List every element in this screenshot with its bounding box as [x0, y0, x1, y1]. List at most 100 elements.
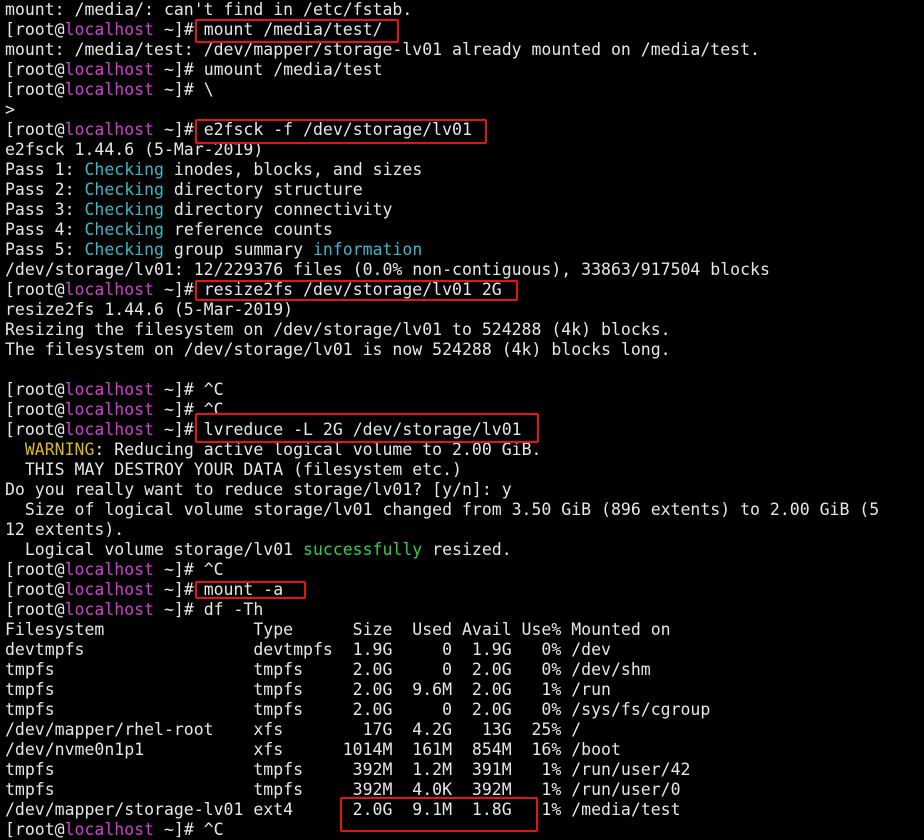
prompt-close: ~]# [154, 60, 204, 79]
terminal-text: /dev/nvme0n1p1 xfs 1014M 161M 854M 16% /… [5, 740, 621, 759]
terminal-text: Filesystem Type Size Used Avail Use% Mou… [5, 620, 671, 639]
prompt-close: ~]# [154, 420, 204, 439]
prompt-host: localhost [64, 120, 155, 139]
prompt-close: ~]# [154, 120, 204, 139]
terminal-line: [root@localhost ~]# mount /media/test/ [5, 20, 924, 40]
terminal-text: The filesystem on /dev/storage/lv01 is n… [5, 340, 671, 359]
highlighted-text: information [312, 240, 423, 259]
prompt-host: localhost [64, 20, 155, 39]
prompt-host: localhost [64, 400, 155, 419]
shell-prompt: [root@localhost ~]# [5, 80, 204, 99]
terminal-line: > [5, 100, 924, 120]
terminal-text: tmpfs tmpfs 392M 1.2M 391M 1% /run/user/… [5, 760, 691, 779]
shell-prompt: [root@localhost ~]# [5, 280, 204, 299]
prompt-host: localhost [64, 560, 155, 579]
terminal-text: e2fsck -f /dev/storage/lv01 [203, 120, 472, 139]
terminal-line: /dev/mapper/storage-lv01 ext4 2.0G 9.1M … [5, 800, 924, 820]
prompt-host: localhost [64, 600, 155, 619]
terminal-line: /dev/mapper/rhel-root xfs 17G 4.2G 13G 2… [5, 720, 924, 740]
terminal-line: Pass 2: Checking directory structure [5, 180, 924, 200]
terminal-line: 12 extents). [5, 520, 924, 540]
terminal-text: umount /media/test [203, 60, 383, 79]
prompt-close: ~]# [154, 80, 204, 99]
prompt-host: localhost [64, 60, 155, 79]
terminal-text: tmpfs tmpfs 2.0G 9.6M 2.0G 1% /run [5, 680, 611, 699]
highlighted-text: Checking [84, 240, 164, 259]
prompt-host: localhost [64, 420, 155, 439]
terminal-line: Size of logical volume storage/lv01 chan… [5, 500, 924, 520]
highlighted-text: Checking [84, 180, 164, 199]
highlighted-text: Checking [84, 160, 164, 179]
terminal-text: directory structure [163, 180, 363, 199]
prompt-open: [root@ [5, 820, 65, 839]
terminal-text: Pass 3: [5, 200, 85, 219]
terminal-line: [root@localhost ~]# resize2fs /dev/stora… [5, 280, 924, 300]
prompt-host: localhost [64, 280, 155, 299]
terminal-line: mount: /media/test: /dev/mapper/storage-… [5, 40, 924, 60]
terminal-line: Pass 5: Checking group summary informati… [5, 240, 924, 260]
terminal-text: ^C [203, 560, 224, 579]
prompt-open: [root@ [5, 60, 65, 79]
terminal-line: Pass 1: Checking inodes, blocks, and siz… [5, 160, 924, 180]
terminal-text: directory connectivity [163, 200, 393, 219]
terminal-line: [root@localhost ~]# ^C [5, 560, 924, 580]
terminal-text: /dev/mapper/rhel-root xfs 17G 4.2G 13G 2… [5, 720, 582, 739]
prompt-close: ~]# [154, 400, 204, 419]
prompt-close: ~]# [154, 560, 204, 579]
prompt-close: ~]# [154, 280, 204, 299]
terminal-line: [root@localhost ~]# \ [5, 80, 924, 100]
shell-prompt: [root@localhost ~]# [5, 400, 204, 419]
terminal-text: resize2fs /dev/storage/lv01 2G [203, 280, 502, 299]
terminal-line: [root@localhost ~]# ^C [5, 820, 924, 840]
shell-prompt: [root@localhost ~]# [5, 580, 204, 599]
terminal-line: The filesystem on /dev/storage/lv01 is n… [5, 340, 924, 360]
terminal-text: mount /media/test/ [203, 20, 383, 39]
terminal-line: Pass 4: Checking reference counts [5, 220, 924, 240]
terminal-text: : Reducing active logical volume to 2.00… [94, 440, 542, 459]
prompt-open: [root@ [5, 20, 65, 39]
terminal-text: Pass 1: [5, 160, 85, 179]
terminal-line: Filesystem Type Size Used Avail Use% Mou… [5, 620, 924, 640]
terminal-line: devtmpfs devtmpfs 1.9G 0 1.9G 0% /dev [5, 640, 924, 660]
terminal-line: [root@localhost ~]# lvreduce -L 2G /dev/… [5, 420, 924, 440]
terminal-text: \ [203, 80, 214, 99]
terminal-output: mount: /media/: can't find in /etc/fstab… [5, 0, 924, 840]
terminal-text: ^C [203, 820, 224, 839]
terminal-text: > [5, 100, 15, 119]
prompt-host: localhost [64, 580, 155, 599]
prompt-open: [root@ [5, 80, 65, 99]
terminal-line: Logical volume storage/lv01 successfully… [5, 540, 924, 560]
terminal-text: reference counts [163, 220, 333, 239]
terminal-text: 12 extents). [5, 520, 125, 539]
terminal-line: Do you really want to reduce storage/lv0… [5, 480, 924, 500]
terminal-line: tmpfs tmpfs 2.0G 9.6M 2.0G 1% /run [5, 680, 924, 700]
terminal-line: [root@localhost ~]# df -Th [5, 600, 924, 620]
terminal-text: Size of logical volume storage/lv01 chan… [5, 500, 880, 519]
shell-prompt: [root@localhost ~]# [5, 60, 204, 79]
prompt-close: ~]# [154, 380, 204, 399]
terminal-line: tmpfs tmpfs 2.0G 0 2.0G 0% /dev/shm [5, 660, 924, 680]
prompt-host: localhost [64, 380, 155, 399]
terminal-line: tmpfs tmpfs 392M 1.2M 391M 1% /run/user/… [5, 760, 924, 780]
terminal-text: e2fsck 1.44.6 (5-Mar-2019) [5, 140, 264, 159]
terminal-text: tmpfs tmpfs 2.0G 0 2.0G 0% /dev/shm [5, 660, 651, 679]
terminal-text: Logical volume storage/lv01 [5, 540, 304, 559]
shell-prompt: [root@localhost ~]# [5, 120, 204, 139]
terminal-line: [root@localhost ~]# e2fsck -f /dev/stora… [5, 120, 924, 140]
shell-prompt: [root@localhost ~]# [5, 600, 204, 619]
prompt-open: [root@ [5, 560, 65, 579]
shell-prompt: [root@localhost ~]# [5, 560, 204, 579]
prompt-close: ~]# [154, 20, 204, 39]
terminal-line: [root@localhost ~]# mount -a [5, 580, 924, 600]
terminal-text: /dev/storage/lv01: 12/229376 files (0.0%… [5, 260, 770, 279]
terminal-line: Pass 3: Checking directory connectivity [5, 200, 924, 220]
prompt-close: ~]# [154, 600, 204, 619]
terminal-line: e2fsck 1.44.6 (5-Mar-2019) [5, 140, 924, 160]
terminal-text: group summary [163, 240, 313, 259]
terminal-line: WARNING: Reducing active logical volume … [5, 440, 924, 460]
prompt-host: localhost [64, 820, 155, 839]
terminal-line: THIS MAY DESTROY YOUR DATA (filesystem e… [5, 460, 924, 480]
prompt-open: [root@ [5, 580, 65, 599]
shell-prompt: [root@localhost ~]# [5, 380, 204, 399]
prompt-open: [root@ [5, 380, 65, 399]
